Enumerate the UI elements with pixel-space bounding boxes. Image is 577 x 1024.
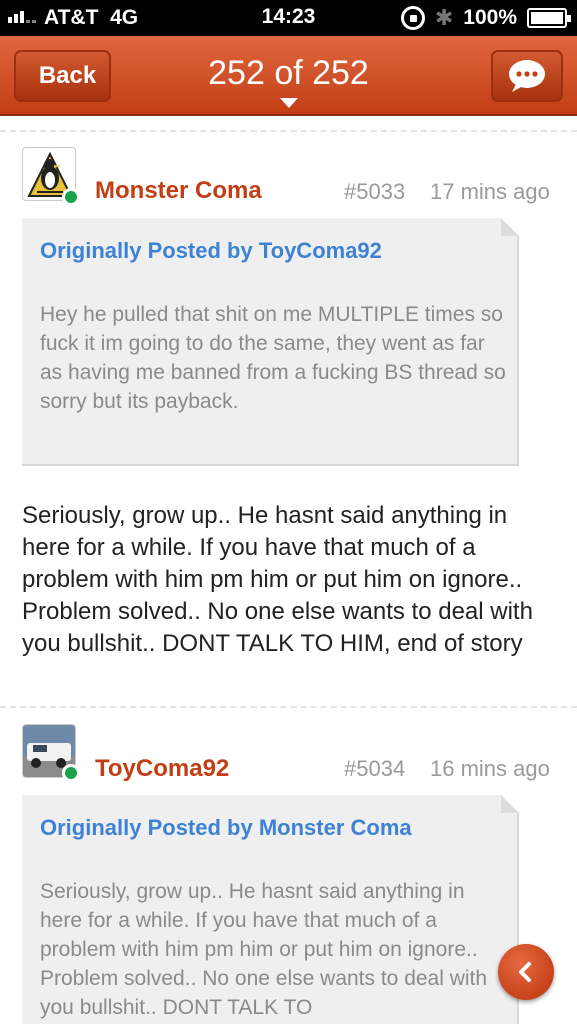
quote-block: Originally Posted by Monster Coma Seriou… [22, 795, 519, 1024]
caret-down-icon[interactable] [280, 98, 298, 108]
rotation-lock-icon [400, 6, 425, 30]
quote-header[interactable]: Originally Posted by Monster Coma [40, 815, 412, 841]
post-body: Seriously, grow up.. He hasnt said anyth… [22, 502, 533, 657]
divider [0, 130, 577, 132]
quote-header[interactable]: Originally Posted by ToyComa92 [40, 238, 382, 264]
post-time: 17 mins ago [430, 179, 550, 204]
chevron-left-icon [519, 962, 531, 982]
bluetooth-icon: ✱ [434, 5, 454, 30]
floating-back-button[interactable] [498, 944, 554, 1000]
post-username[interactable]: ToyComa92 [95, 755, 229, 783]
post-number: #5033 [344, 179, 406, 204]
post-time: 16 mins ago [430, 756, 550, 781]
battery-icon [527, 8, 571, 28]
battery-percent: 100% [463, 6, 517, 29]
quote-block: Originally Posted by ToyComa92 Hey he pu… [22, 218, 519, 466]
nav-bar: Back 252 of 252 [0, 36, 577, 116]
online-status-indicator [62, 188, 80, 206]
post-number: #5034 [344, 756, 406, 781]
online-status-indicator [62, 764, 80, 782]
status-bar: AT&T 4G 14:23 ✱ 100% [0, 0, 577, 36]
post-username[interactable]: Monster Coma [95, 177, 262, 205]
divider [0, 706, 577, 708]
back-button-label: Back [38, 62, 97, 89]
quote-text: Hey he pulled that shit on me MULTIPLE t… [40, 303, 506, 413]
quote-text: Seriously, grow up.. He hasnt said anyth… [40, 880, 488, 1019]
chat-bubble-icon [509, 60, 545, 92]
reply-button[interactable] [491, 50, 563, 102]
